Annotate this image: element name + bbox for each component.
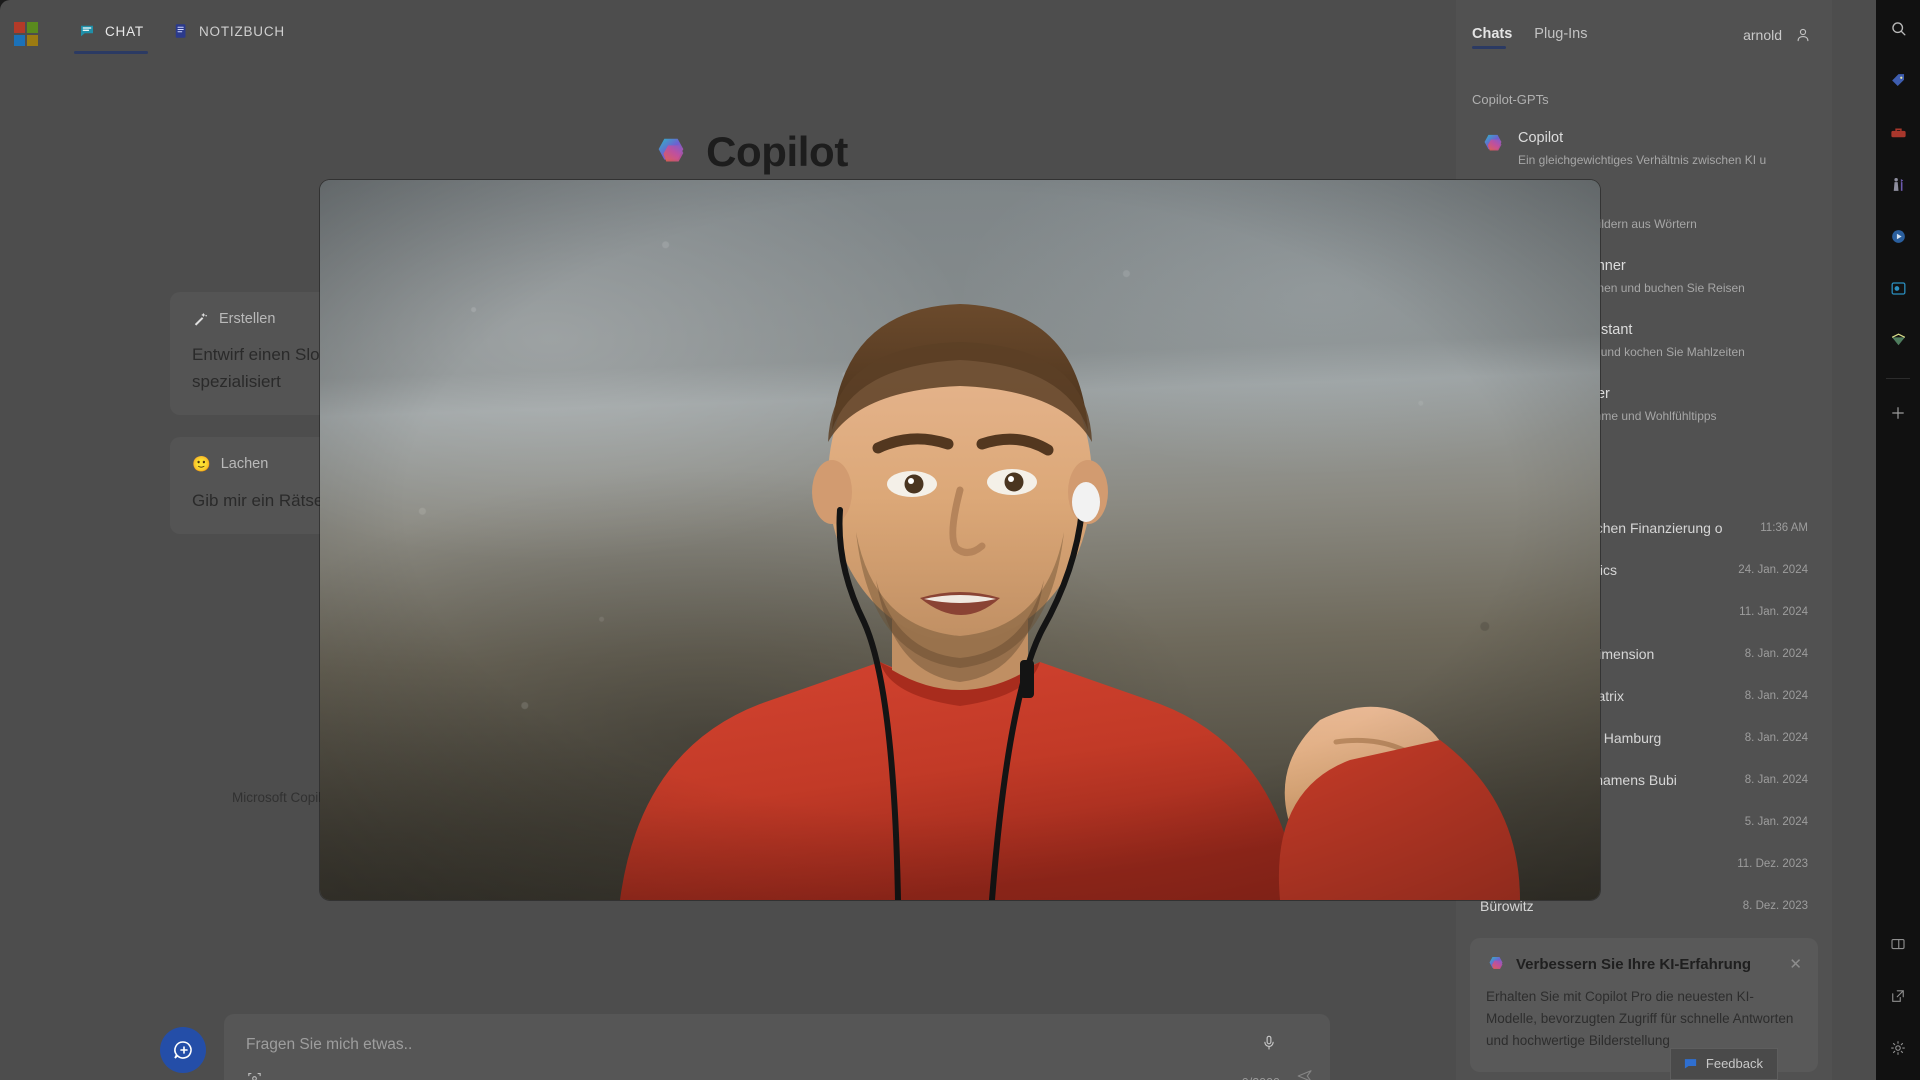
notebook-icon bbox=[175, 24, 186, 38]
chat-date: 11. Dez. 2023 bbox=[1737, 858, 1808, 870]
chat-date: 24. Jan. 2024 bbox=[1738, 564, 1808, 576]
tab-plugins[interactable]: Plug-Ins bbox=[1534, 26, 1587, 49]
magic-wand-icon bbox=[194, 312, 207, 326]
split-screen-icon bbox=[1891, 938, 1905, 950]
character-counter: 0/2000 bbox=[1242, 1076, 1280, 1080]
gpt-description: Ein gleichgewichtiges Verhältnis zwische… bbox=[1518, 153, 1767, 167]
chat-date: 5. Jan. 2024 bbox=[1744, 816, 1808, 828]
close-icon[interactable]: ✕ bbox=[1789, 955, 1802, 973]
chat-date: 8. Jan. 2024 bbox=[1744, 690, 1808, 702]
sidebar-search-button[interactable] bbox=[1879, 8, 1917, 48]
tab-notizbuch[interactable]: NOTIZBUCH bbox=[168, 16, 289, 50]
application-window: CHAT NOTIZBUCH Copilot Erstellen Entwirf… bbox=[0, 0, 1920, 1080]
sidebar-shopping-button[interactable] bbox=[1879, 60, 1917, 100]
smiley-face-icon: 🙂 bbox=[192, 456, 211, 473]
scan-image-button[interactable] bbox=[246, 1070, 263, 1080]
promo-body: Erhalten Sie mit Copilot Pro die neueste… bbox=[1486, 989, 1794, 1048]
open-external-icon bbox=[1892, 990, 1904, 1002]
section-title-copilot-gpts: Copilot-GPTs bbox=[1472, 92, 1549, 107]
sidebar-split-screen-button[interactable] bbox=[1879, 924, 1917, 964]
chat-bubble-icon bbox=[81, 25, 93, 37]
chat-date: 11. Jan. 2024 bbox=[1739, 606, 1808, 618]
chat-title: Bürowitz bbox=[1480, 898, 1534, 914]
microphone-icon bbox=[1264, 1035, 1274, 1050]
games-icon bbox=[1893, 177, 1903, 191]
tools-icon bbox=[1890, 128, 1906, 137]
person-icon bbox=[1797, 28, 1809, 42]
video-subject-person bbox=[320, 180, 1600, 900]
send-icon bbox=[1297, 1070, 1312, 1080]
promo-title: Verbessern Sie Ihre KI-Erfahrung bbox=[1516, 955, 1752, 973]
search-icon bbox=[1891, 21, 1906, 36]
sidebar-tools-button[interactable] bbox=[1879, 112, 1917, 152]
message-input[interactable]: Fragen Sie mich etwas.. bbox=[246, 1036, 1310, 1054]
gear-icon bbox=[1891, 1041, 1905, 1055]
footnote-label: Microsoft Copilot bbox=[232, 790, 333, 805]
sidebar-video-button[interactable] bbox=[1879, 216, 1917, 256]
brand-title: Copilot bbox=[706, 128, 848, 175]
new-chat-icon bbox=[174, 1041, 192, 1059]
new-chat-button[interactable] bbox=[160, 1027, 206, 1073]
plus-icon bbox=[1892, 407, 1904, 419]
tab-chats[interactable]: Chats bbox=[1472, 26, 1512, 49]
chat-date: 11:36 AM bbox=[1760, 522, 1808, 534]
right-sidebar-tabs: Chats Plug-Ins bbox=[1472, 26, 1588, 49]
copilot-logo-icon bbox=[1484, 134, 1502, 151]
drop-icon bbox=[1891, 332, 1905, 345]
microsoft-logo bbox=[14, 22, 38, 46]
page-title: Copilot bbox=[0, 128, 1500, 176]
promo-header: Verbessern Sie Ihre KI-Erfahrung ✕ bbox=[1486, 954, 1802, 974]
sidebar-outlook-button[interactable] bbox=[1879, 268, 1917, 308]
user-account[interactable]: arnold bbox=[1743, 26, 1812, 44]
tab-chat[interactable]: CHAT bbox=[74, 16, 148, 54]
send-button[interactable] bbox=[1296, 1067, 1314, 1080]
tab-notizbuch-label: NOTIZBUCH bbox=[199, 23, 285, 39]
copilot-logo-icon bbox=[658, 138, 684, 162]
tab-chat-label: CHAT bbox=[105, 23, 144, 39]
user-name: arnold bbox=[1743, 27, 1782, 43]
microphone-button[interactable] bbox=[1260, 1034, 1278, 1057]
video-overlay[interactable] bbox=[320, 180, 1600, 900]
video-play-icon bbox=[1891, 229, 1905, 243]
feedback-button[interactable]: Feedback bbox=[1669, 1048, 1778, 1080]
outlook-icon bbox=[1891, 281, 1905, 295]
sidebar-open-external-button[interactable] bbox=[1879, 976, 1917, 1016]
sidebar-divider bbox=[1886, 378, 1910, 379]
sidebar-add-button[interactable] bbox=[1879, 393, 1917, 433]
top-navigation-bar: CHAT NOTIZBUCH bbox=[0, 0, 1500, 62]
gpt-name: Copilot bbox=[1518, 130, 1564, 146]
shopping-tag-icon bbox=[1891, 73, 1904, 86]
edge-sidebar bbox=[1876, 0, 1920, 1080]
scan-image-icon bbox=[248, 1072, 261, 1080]
sidebar-drop-button[interactable] bbox=[1879, 320, 1917, 360]
chat-date: 8. Jan. 2024 bbox=[1744, 732, 1808, 744]
message-composer: Fragen Sie mich etwas.. 0/2000 bbox=[160, 1014, 1330, 1080]
chat-date: 8. Dez. 2023 bbox=[1742, 900, 1808, 912]
feedback-icon bbox=[1684, 1059, 1697, 1069]
copilot-logo-icon bbox=[1489, 957, 1503, 969]
suggestion-card-category: Erstellen bbox=[219, 310, 276, 327]
sidebar-games-button[interactable] bbox=[1879, 164, 1917, 204]
chat-date: 8. Jan. 2024 bbox=[1744, 648, 1808, 660]
chat-date: 8. Jan. 2024 bbox=[1744, 774, 1808, 786]
gpt-item-copilot[interactable]: Copilot Ein gleichgewichtiges Verhältnis… bbox=[1472, 122, 1816, 176]
sidebar-settings-button[interactable] bbox=[1879, 1028, 1917, 1068]
message-input-wrapper[interactable]: Fragen Sie mich etwas.. 0/2000 bbox=[224, 1014, 1330, 1080]
feedback-label: Feedback bbox=[1705, 1056, 1763, 1071]
suggestion-card-category: Lachen bbox=[220, 456, 269, 472]
